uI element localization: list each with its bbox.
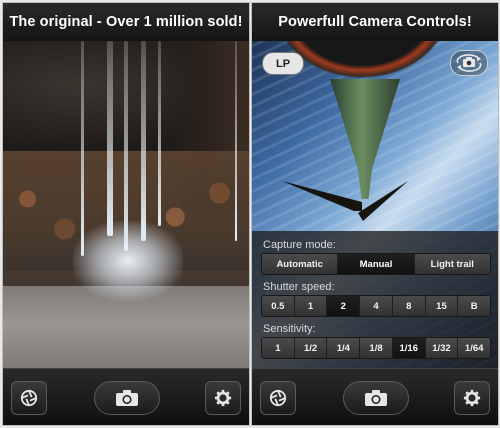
waterfall-stream xyxy=(235,41,237,241)
gear-icon xyxy=(214,389,232,407)
shutter-option-15[interactable]: 15 xyxy=(424,296,458,316)
capture-mode-manual[interactable]: Manual xyxy=(337,254,414,274)
sensitivity-option-1-4[interactable]: 1/4 xyxy=(326,338,360,358)
waterfall-stream xyxy=(158,41,161,226)
shutter-speed-control: 0.5 1 2 4 8 15 B xyxy=(261,295,491,317)
waterfall-stream xyxy=(107,41,113,236)
waterfall-stream xyxy=(124,41,128,251)
camera-icon xyxy=(116,390,138,406)
sensitivity-option-1[interactable]: 1 xyxy=(262,338,294,358)
switch-camera-button[interactable] xyxy=(450,50,488,76)
camera-icon xyxy=(365,390,387,406)
switch-camera-icon xyxy=(456,54,482,72)
right-screen: Powerfull Camera Controls! LP Capture mo… xyxy=(252,3,498,425)
capture-mode-label: Capture mode: xyxy=(263,239,336,251)
aperture-icon xyxy=(269,389,287,407)
capture-mode-light-trail[interactable]: Light trail xyxy=(413,254,490,274)
waterfall-foam xyxy=(73,221,183,301)
right-title: Powerfull Camera Controls! xyxy=(252,3,498,41)
shutter-option-0-5[interactable]: 0.5 xyxy=(262,296,294,316)
waterfall-photo xyxy=(3,41,249,369)
gear-icon xyxy=(463,389,481,407)
sensitivity-option-1-32[interactable]: 1/32 xyxy=(424,338,458,358)
camera-controls-sheet: Capture mode: Automatic Manual Light tra… xyxy=(252,231,498,369)
left-screen: The original - Over 1 million sold! xyxy=(3,3,249,425)
waterfall-stream xyxy=(141,41,146,241)
capture-mode-automatic[interactable]: Automatic xyxy=(262,254,338,274)
bottom-toolbar xyxy=(3,368,249,425)
shutter-option-2[interactable]: 2 xyxy=(326,296,360,316)
aperture-button[interactable] xyxy=(11,381,47,415)
sensitivity-label: Sensitivity: xyxy=(263,323,316,335)
aperture-icon xyxy=(20,389,38,407)
left-title: The original - Over 1 million sold! xyxy=(3,3,249,41)
sensitivity-option-1-2[interactable]: 1/2 xyxy=(293,338,327,358)
shutter-option-4[interactable]: 4 xyxy=(359,296,392,316)
shutter-speed-label: Shutter speed: xyxy=(263,281,335,293)
shutter-button[interactable] xyxy=(343,381,409,415)
shutter-button[interactable] xyxy=(94,381,160,415)
sensitivity-option-1-16[interactable]: 1/16 xyxy=(391,338,425,358)
shutter-option-bulb[interactable]: B xyxy=(457,296,490,316)
shutter-option-1[interactable]: 1 xyxy=(293,296,327,316)
sensitivity-option-1-8[interactable]: 1/8 xyxy=(359,338,392,358)
sensitivity-option-1-64[interactable]: 1/64 xyxy=(457,338,490,358)
capture-mode-control: Automatic Manual Light trail xyxy=(261,253,491,275)
settings-button[interactable] xyxy=(454,381,490,415)
aperture-button[interactable] xyxy=(260,381,296,415)
sensitivity-control: 1 1/2 1/4 1/8 1/16 1/32 1/64 xyxy=(261,337,491,359)
settings-button[interactable] xyxy=(205,381,241,415)
mode-badge[interactable]: LP xyxy=(262,52,304,75)
bottom-toolbar xyxy=(252,368,498,425)
shutter-option-8[interactable]: 8 xyxy=(391,296,425,316)
